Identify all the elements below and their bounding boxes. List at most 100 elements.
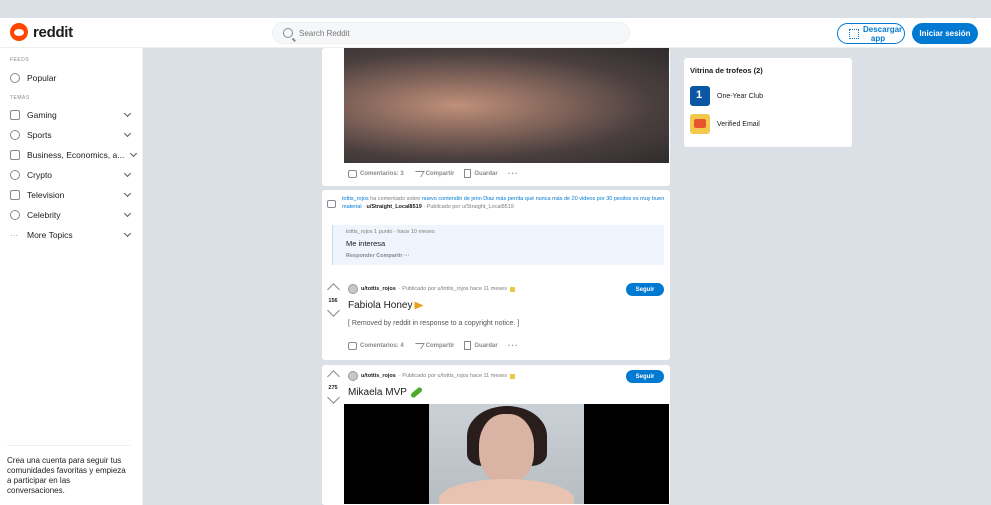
sidebar-item-label: Television bbox=[27, 190, 65, 200]
vote-column: 156 bbox=[326, 283, 340, 317]
save-button[interactable]: Guardar bbox=[464, 341, 498, 350]
post-body: [ Removed by reddit in response to a cop… bbox=[348, 320, 520, 327]
sidebar-item-more-topics[interactable]: ··· More Topics bbox=[0, 225, 142, 245]
post-author[interactable]: u/tottis_rojos bbox=[361, 286, 396, 292]
video-subject-face bbox=[479, 414, 534, 484]
chart-icon bbox=[10, 150, 20, 160]
comment-author-link[interactable]: tottis_rojos bbox=[342, 196, 369, 202]
avatar[interactable] bbox=[348, 284, 358, 294]
subreddit-link[interactable]: u/Straight_Local8519 bbox=[366, 204, 421, 210]
comment-text: Me interesa bbox=[346, 239, 386, 248]
trophy-item[interactable]: One-Year Club bbox=[690, 86, 846, 106]
crypto-icon bbox=[10, 170, 20, 180]
award-badge-icon bbox=[509, 373, 515, 379]
logo-text: reddit bbox=[33, 23, 73, 41]
sidebar-item-label: Crypto bbox=[27, 170, 53, 180]
more-options-icon[interactable]: ··· bbox=[508, 341, 519, 350]
gamepad-icon bbox=[10, 110, 20, 120]
bookmark-icon bbox=[464, 169, 472, 178]
search-input[interactable] bbox=[299, 28, 599, 38]
comment-actions: Responder Compartir ··· bbox=[346, 253, 664, 259]
post-meta: u/tottis_rojos · Publicado por u/tottis_… bbox=[348, 284, 515, 294]
post-meta-text: · Publicado por u/tottis_rojos hace 11 m… bbox=[398, 286, 507, 292]
pizza-icon bbox=[414, 301, 424, 310]
trophy-case: Vitrina de trofeos (2) One-Year Club Ver… bbox=[684, 58, 852, 147]
post-image-blurred[interactable] bbox=[344, 48, 669, 163]
left-sidebar: FEEDS Popular TEMAS Gaming Sports Busine… bbox=[0, 48, 143, 505]
reply-button[interactable]: Responder bbox=[346, 253, 375, 259]
sports-icon bbox=[10, 130, 20, 140]
post-card[interactable]: 156 u/tottis_rojos · Publicado por u/tot… bbox=[322, 278, 670, 360]
reddit-logo[interactable]: reddit bbox=[10, 23, 73, 41]
post-actions: Comentarios: 3 Compartir Guardar ··· bbox=[348, 169, 519, 178]
share-button[interactable]: Compartir bbox=[411, 342, 455, 349]
sidebar-item-label: Gaming bbox=[27, 110, 57, 120]
chevron-down-icon bbox=[123, 129, 132, 138]
post-video[interactable] bbox=[344, 404, 669, 504]
avatar[interactable] bbox=[348, 371, 358, 381]
sidebar-item-sports[interactable]: Sports bbox=[0, 125, 142, 145]
more-icon: ··· bbox=[10, 230, 18, 240]
share-button[interactable]: Compartir bbox=[411, 170, 454, 177]
share-icon bbox=[411, 170, 425, 177]
qr-code-icon bbox=[849, 28, 859, 39]
post-title[interactable]: Mikaela MVP bbox=[348, 386, 423, 399]
bookmark-icon bbox=[464, 341, 472, 350]
sidebar-item-crypto[interactable]: Crypto bbox=[0, 165, 142, 185]
comment-body-box: tottis_rojos 1 punto · hace 10 meses Me … bbox=[332, 225, 664, 265]
topics-section-label: TEMAS bbox=[10, 95, 30, 101]
pickle-icon bbox=[409, 386, 423, 399]
follow-button[interactable]: Seguir bbox=[626, 370, 664, 383]
separator-dot: · bbox=[363, 204, 365, 210]
post-meta: u/tottis_rojos · Publicado por u/tottis_… bbox=[348, 371, 515, 381]
comment-icon bbox=[348, 169, 357, 178]
follow-button[interactable]: Seguir bbox=[626, 283, 664, 296]
sidebar-item-label: Business, Economics, a... bbox=[27, 150, 125, 160]
post-card[interactable]: 275 u/tottis_rojos · Publicado por u/tot… bbox=[322, 365, 670, 505]
comments-count: Comentarios: 4 bbox=[360, 342, 404, 349]
trophy-item[interactable]: Verified Email bbox=[690, 114, 846, 134]
downvote-icon[interactable] bbox=[326, 391, 340, 404]
comments-button[interactable]: Comentarios: 3 bbox=[348, 169, 404, 178]
sidebar-item-label: Popular bbox=[27, 73, 57, 83]
more-options-icon[interactable]: ··· bbox=[508, 169, 519, 178]
one-year-club-icon bbox=[690, 86, 710, 106]
share-comment-button[interactable]: Compartir bbox=[376, 253, 402, 259]
post-title[interactable]: Fabiola Honey bbox=[348, 300, 424, 311]
comments-count: Comentarios: 3 bbox=[360, 170, 404, 177]
chevron-down-icon bbox=[123, 109, 132, 118]
post-meta-text: · Publicado por u/tottis_rojos hace 11 m… bbox=[398, 373, 507, 379]
tv-icon bbox=[10, 190, 20, 200]
comment-header: tottis_rojos ha comentado sobre nuevo co… bbox=[342, 195, 667, 211]
comments-button[interactable]: Comentarios: 4 bbox=[348, 341, 404, 350]
video-frame bbox=[429, 404, 584, 504]
chevron-down-icon bbox=[123, 209, 132, 218]
share-label: Compartir bbox=[425, 342, 455, 349]
save-button[interactable]: Guardar bbox=[464, 169, 498, 178]
signup-prompt: Crea una cuenta para seguir tus comunida… bbox=[7, 445, 130, 496]
downvote-icon[interactable] bbox=[326, 304, 340, 317]
chevron-down-icon bbox=[123, 169, 132, 178]
download-app-button[interactable]: Descargar app bbox=[837, 23, 905, 44]
sidebar-item-business[interactable]: Business, Economics, a... bbox=[0, 145, 142, 165]
sidebar-item-television[interactable]: Television bbox=[0, 185, 142, 205]
search-icon bbox=[283, 28, 293, 38]
sidebar-item-label: Celebrity bbox=[27, 210, 61, 220]
sidebar-item-gaming[interactable]: Gaming bbox=[0, 105, 142, 125]
post-card[interactable]: Comentarios: 3 Compartir Guardar ··· bbox=[322, 48, 670, 186]
chevron-down-icon bbox=[123, 229, 132, 238]
upvote-icon[interactable] bbox=[326, 370, 340, 383]
download-app-label: Descargar app bbox=[863, 24, 903, 43]
save-label: Guardar bbox=[474, 170, 498, 177]
login-button[interactable]: Iniciar sesión bbox=[912, 23, 978, 44]
post-author[interactable]: u/tottis_rojos bbox=[361, 373, 396, 379]
sidebar-item-popular[interactable]: Popular bbox=[0, 68, 142, 88]
sidebar-item-celebrity[interactable]: Celebrity bbox=[0, 205, 142, 225]
upvote-icon[interactable] bbox=[326, 283, 340, 296]
search-bar[interactable] bbox=[272, 22, 630, 44]
more-options-icon[interactable]: ··· bbox=[404, 253, 410, 259]
video-subject-shoulders bbox=[439, 479, 574, 504]
vote-column: 275 bbox=[326, 370, 340, 404]
chevron-down-icon bbox=[129, 149, 138, 158]
comment-icon bbox=[327, 200, 336, 208]
